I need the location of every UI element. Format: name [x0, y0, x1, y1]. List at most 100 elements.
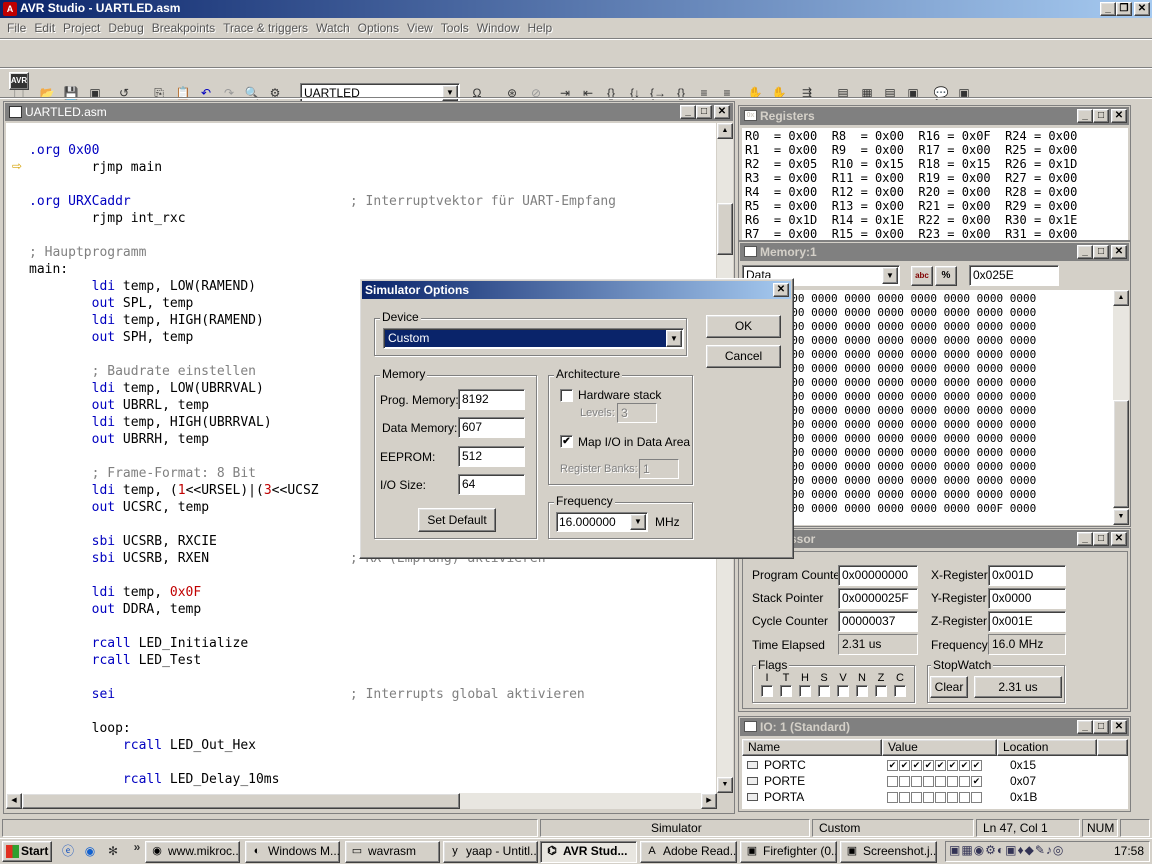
- cancel-button[interactable]: Cancel: [706, 345, 781, 368]
- io-close-button[interactable]: ✕: [1111, 720, 1127, 734]
- code-line[interactable]: rjmp int_rxc: [29, 210, 616, 227]
- reload-icon[interactable]: ↺: [115, 84, 133, 102]
- io-bit-checkbox[interactable]: [923, 776, 934, 788]
- code-line[interactable]: .org 0x00: [29, 142, 616, 159]
- register-window-icon[interactable]: ▦: [858, 84, 876, 102]
- memory-row[interactable]: 0000 0000 0000 0000 0000 0000 0000 0000: [778, 348, 1036, 362]
- task-adobe-reader[interactable]: A Adobe Read...: [640, 841, 737, 863]
- io-header-location[interactable]: Location: [997, 739, 1097, 756]
- x-register-field[interactable]: 0x001D: [988, 565, 1066, 586]
- flag-checkbox[interactable]: [761, 685, 773, 697]
- stop-debug-icon[interactable]: ⊘: [527, 84, 545, 102]
- ok-button[interactable]: OK: [706, 315, 781, 338]
- io-bit-checkbox[interactable]: ✔: [971, 760, 982, 772]
- editor-minimize-button[interactable]: _: [680, 105, 696, 119]
- task-yaap[interactable]: y yaap - Untitl...: [443, 841, 538, 863]
- register-row[interactable]: R5 = 0x00 R13 = 0x00 R21 = 0x00 R29 = 0x…: [745, 199, 1077, 213]
- copy-icon[interactable]: ⎘: [150, 84, 168, 102]
- code-line[interactable]: rcall LED_Initialize: [29, 635, 616, 652]
- register-row[interactable]: R4 = 0x00 R12 = 0x00 R20 = 0x00 R28 = 0x…: [745, 185, 1077, 199]
- processor-minimize-button[interactable]: _: [1077, 532, 1093, 546]
- io-bit-checkbox[interactable]: ✔: [899, 760, 910, 772]
- quicklaunch-ie-icon[interactable]: ⓔ: [59, 842, 77, 860]
- code-line[interactable]: ; Hauptprogramm: [29, 244, 616, 261]
- registers-close-button[interactable]: ✕: [1111, 109, 1127, 123]
- io-bit-checkbox[interactable]: [887, 792, 898, 804]
- flag-checkbox[interactable]: [837, 685, 849, 697]
- set-default-button[interactable]: Set Default: [418, 508, 496, 532]
- menu-help[interactable]: Help: [523, 19, 556, 37]
- io-bit-checkbox[interactable]: ✔: [971, 776, 982, 788]
- io-bit-checkbox[interactable]: [935, 776, 946, 788]
- auto-step-icon[interactable]: ≡: [718, 84, 736, 102]
- register-row[interactable]: R7 = 0x00 R15 = 0x00 R23 = 0x00 R31 = 0x…: [745, 227, 1077, 240]
- step-over-icon[interactable]: {→: [649, 84, 667, 102]
- memory-row[interactable]: 0000 0000 0000 0000 0000 0000 0000 0000: [778, 418, 1036, 432]
- code-line[interactable]: out DDRA, temp: [29, 601, 616, 618]
- processor-maximize-button[interactable]: □: [1093, 532, 1109, 546]
- memory-address-input[interactable]: 0x025E: [969, 265, 1059, 286]
- flag-checkbox[interactable]: [780, 685, 792, 697]
- memory-row[interactable]: 0000 0000 0000 0000 0000 0000 0000 0000: [778, 292, 1036, 306]
- memory-row[interactable]: 0000 0000 0000 0000 0000 0000 0000 0000: [778, 390, 1036, 404]
- menu-watch[interactable]: Watch: [312, 19, 354, 37]
- code-line[interactable]: [29, 703, 616, 720]
- code-line[interactable]: [29, 227, 616, 244]
- code-line[interactable]: rcall LED_Out_Hex: [29, 737, 616, 754]
- chevron-down-icon[interactable]: ▼: [882, 267, 898, 284]
- editor-close-button[interactable]: ✕: [714, 105, 730, 119]
- io-minimize-button[interactable]: _: [1077, 720, 1093, 734]
- io-header-value[interactable]: Value: [882, 739, 997, 756]
- menu-trace-triggers[interactable]: Trace & triggers: [219, 19, 312, 37]
- data-memory-input[interactable]: 607: [458, 417, 525, 438]
- close-button[interactable]: ✕: [1134, 2, 1150, 16]
- flag-checkbox[interactable]: [894, 685, 906, 697]
- eeprom-input[interactable]: 512: [458, 446, 525, 467]
- paste-icon[interactable]: 📋: [174, 84, 192, 102]
- quicklaunch-app-icon[interactable]: ✻: [104, 842, 122, 860]
- io-maximize-button[interactable]: □: [1093, 720, 1109, 734]
- break-icon[interactable]: ⇤: [579, 84, 597, 102]
- hardware-stack-checkbox[interactable]: [560, 389, 573, 402]
- save-all-icon[interactable]: ▣: [86, 84, 104, 102]
- memory-row[interactable]: 0000 0000 0000 0000 0000 0000 0000 0000: [778, 362, 1036, 376]
- task-mikroc[interactable]: ◉ www.mikroc...: [145, 841, 240, 863]
- run-to-cursor-icon[interactable]: ≡: [695, 84, 713, 102]
- start-debug-icon[interactable]: ⊛: [503, 84, 521, 102]
- scroll-down-arrow-icon[interactable]: ▼: [1113, 509, 1129, 525]
- io-bit-checkbox[interactable]: [911, 792, 922, 804]
- menu-window[interactable]: Window: [473, 19, 524, 37]
- memory-row[interactable]: 0000 0000 0000 0000 0000 0000 000F 0000: [778, 502, 1036, 516]
- io-bit-checkbox[interactable]: [923, 792, 934, 804]
- io-bit-checkbox[interactable]: [899, 792, 910, 804]
- flag-checkbox[interactable]: [856, 685, 868, 697]
- io-bit-checkbox[interactable]: [935, 792, 946, 804]
- y-register-field[interactable]: 0x0000: [988, 588, 1066, 609]
- io-bit-checkbox[interactable]: ✔: [935, 760, 946, 772]
- memory-vertical-scrollbar[interactable]: ▲ ▼: [1113, 290, 1129, 525]
- project-combo[interactable]: UARTLED ▼: [300, 83, 460, 103]
- io-bit-checkbox[interactable]: [947, 776, 958, 788]
- memory-row[interactable]: 0000 0000 0000 0000 0000 0000 0000 0000: [778, 376, 1036, 390]
- code-line[interactable]: rjmp main: [29, 159, 616, 176]
- register-row[interactable]: R0 = 0x00 R8 = 0x00 R16 = 0x0F R24 = 0x0…: [745, 129, 1077, 143]
- processor-close-button[interactable]: ✕: [1111, 532, 1127, 546]
- editor-hscroll-thumb[interactable]: [22, 793, 460, 809]
- flag-checkbox[interactable]: [818, 685, 830, 697]
- quicklaunch-more-icon[interactable]: »: [128, 838, 146, 856]
- io-bit-checkbox[interactable]: ✔: [947, 760, 958, 772]
- flag-checkbox[interactable]: [799, 685, 811, 697]
- hex-toggle-icon[interactable]: %: [935, 266, 957, 286]
- io-bit-checkbox[interactable]: [887, 776, 898, 788]
- menu-edit[interactable]: Edit: [30, 19, 59, 37]
- dialog-close-button[interactable]: ✕: [773, 283, 789, 297]
- open-folder-icon[interactable]: 📂: [38, 84, 56, 102]
- task-avr-studio[interactable]: ⌬ AVR Stud...: [540, 841, 637, 863]
- code-line[interactable]: [29, 754, 616, 771]
- scroll-right-arrow-icon[interactable]: ▶: [701, 793, 717, 809]
- restore-button[interactable]: ❐: [1116, 2, 1132, 16]
- menu-options[interactable]: Options: [354, 19, 403, 37]
- scroll-down-arrow-icon[interactable]: ▼: [717, 777, 733, 793]
- memory-row[interactable]: 0000 0000 0000 0000 0000 0000 0000 0000: [778, 488, 1036, 502]
- chevron-down-icon[interactable]: ▼: [666, 330, 682, 347]
